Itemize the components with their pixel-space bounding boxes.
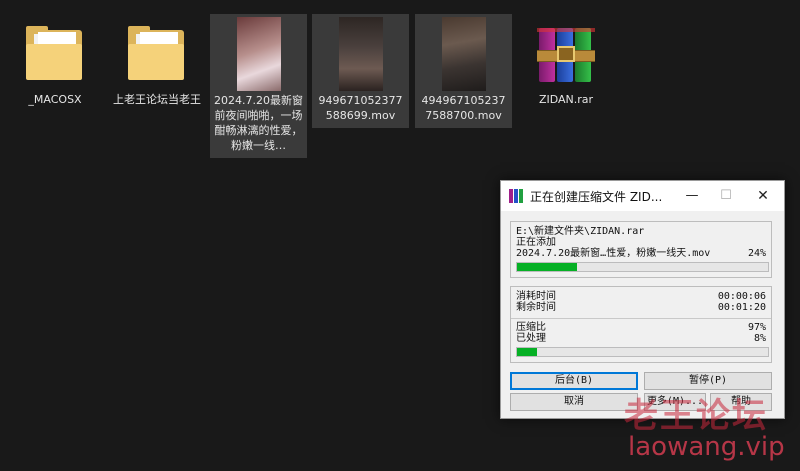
maximize-icon[interactable]: ☐ — [712, 185, 740, 207]
remaining-label: 剩余时间 — [516, 302, 556, 313]
file-name: _MACOSX — [28, 93, 82, 106]
winrar-progress-dialog: 正在创建压缩文件 ZID... — ☐ ✕ E:\新建文件夹\ZIDAN.rar… — [500, 180, 785, 419]
dialog-title: 正在创建压缩文件 ZID... — [530, 190, 663, 204]
remaining-row: 剩余时间 00:01:20 — [516, 302, 766, 313]
archive-zidan-rar[interactable]: ZIDAN.rar — [518, 14, 614, 111]
file-name: 949671052377588699.mov — [318, 94, 403, 122]
total-progress-bar — [516, 347, 769, 357]
stats-panel: 消耗时间 00:00:06 剩余时间 00:01:20 压缩比 97% 已处理 … — [510, 286, 772, 363]
elapsed-value: 00:00:06 — [717, 291, 766, 302]
cancel-button[interactable]: 取消 — [510, 393, 638, 411]
file-name: 2024.7.20最新窗前夜间啪啪，一场酣畅淋漓的性爱，粉嫩一线… — [214, 94, 303, 152]
current-file-progress-fill — [517, 263, 578, 271]
current-file-panel: E:\新建文件夹\ZIDAN.rar 正在添加 2024.7.20最新窗…性爱，… — [510, 221, 772, 278]
watermark-logo-text: 老王论坛 — [624, 396, 768, 436]
processed-value: 8% — [753, 333, 766, 344]
current-file-name: 2024.7.20最新窗…性爱，粉嫩一线天.mov — [516, 248, 711, 259]
video-file-1[interactable]: 2024.7.20最新窗前夜间啪啪，一场酣畅淋漓的性爱，粉嫩一线… — [210, 14, 307, 158]
video-thumbnail — [211, 17, 306, 91]
current-file-percent: 24% — [747, 248, 766, 259]
total-progress-fill — [517, 348, 538, 356]
watermark-url: laowang.vip — [628, 432, 785, 462]
winrar-archive-icon — [518, 16, 614, 90]
video-file-3[interactable]: 4949671052377588700.mov — [415, 14, 512, 128]
file-name: 上老王论坛当老王 — [113, 93, 201, 106]
ratio-value: 97% — [747, 322, 766, 333]
file-name: ZIDAN.rar — [538, 93, 594, 106]
folder-macosx[interactable]: _MACOSX — [7, 14, 103, 111]
ratio-label: 压缩比 — [516, 322, 546, 333]
archive-path: E:\新建文件夹\ZIDAN.rar — [516, 226, 645, 237]
elapsed-label: 消耗时间 — [516, 291, 556, 302]
minimize-icon[interactable]: — — [678, 185, 706, 207]
divider — [511, 318, 771, 319]
folder-icon — [7, 16, 103, 90]
processed-label: 已处理 — [516, 333, 546, 344]
file-name: 4949671052377588700.mov — [421, 94, 506, 122]
video-thumbnail — [313, 17, 408, 91]
video-thumbnail — [416, 17, 511, 91]
folder-icon — [109, 16, 205, 90]
dialog-titlebar[interactable]: 正在创建压缩文件 ZID... — ☐ ✕ — [501, 181, 784, 211]
winrar-app-icon — [509, 189, 523, 203]
close-icon[interactable]: ✕ — [749, 185, 777, 207]
ratio-row: 压缩比 97% — [516, 322, 766, 333]
folder-laowang[interactable]: 上老王论坛当老王 — [109, 14, 205, 111]
current-file-row: 2024.7.20最新窗…性爱，粉嫩一线天.mov 24% — [516, 248, 766, 259]
current-file-progress-bar — [516, 262, 769, 272]
remaining-value: 00:01:20 — [717, 302, 766, 313]
background-button[interactable]: 后台(B) — [510, 372, 638, 390]
status-text: 正在添加 — [516, 237, 556, 248]
video-file-2[interactable]: 949671052377588699.mov — [312, 14, 409, 128]
elapsed-row: 消耗时间 00:00:06 — [516, 291, 766, 302]
processed-row: 已处理 8% — [516, 333, 766, 344]
